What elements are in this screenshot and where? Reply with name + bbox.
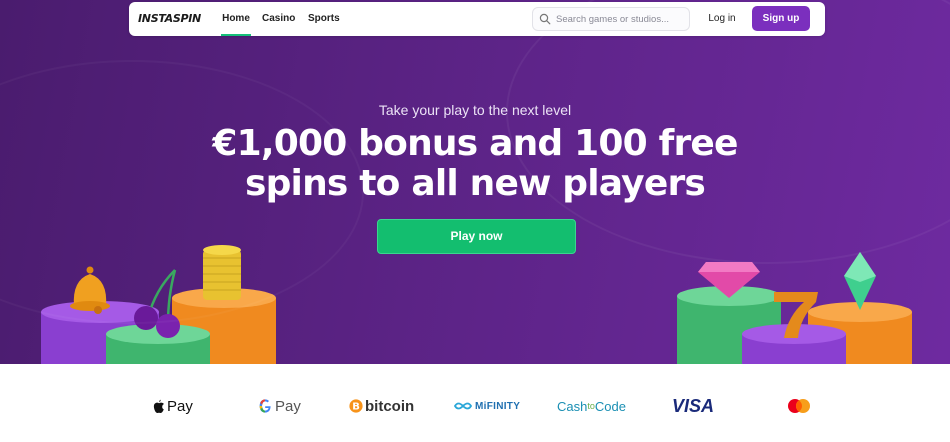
google-pay-logo: Pay: [258, 396, 301, 416]
payment-methods-bar: Pay Pay B bitcoin MiFINITY Cash to Code …: [0, 364, 950, 442]
cashtocode-label-cash: Cash: [557, 398, 588, 414]
signup-button[interactable]: Sign up: [752, 6, 810, 31]
cashtocode-label-code: Code: [594, 398, 626, 414]
left-podiums-illustration: [41, 245, 276, 364]
cashtocode-logo: Cash to Code: [557, 396, 626, 416]
bitcoin-label: bitcoin: [365, 397, 415, 415]
mastercard-logo: [786, 396, 812, 416]
google-pay-label: Pay: [275, 397, 301, 415]
headline-line-1: €1,000 bonus and 100 free: [212, 123, 738, 164]
right-podiums-illustration: [677, 252, 912, 364]
apple-icon: [153, 399, 164, 413]
apple-pay-logo: Pay: [152, 396, 193, 416]
hero-banner: INSTASPIN Home Casino Sports Log in Sign…: [0, 0, 950, 364]
nav-sports[interactable]: Sports: [308, 2, 340, 36]
mastercard-icon: [788, 399, 810, 413]
google-g-icon: [259, 399, 271, 413]
visa-label: VISA: [672, 395, 715, 416]
mifinity-label: MiFINITY: [475, 400, 521, 412]
top-navbar: INSTASPIN Home Casino Sports Log in Sign…: [129, 2, 825, 36]
search-box[interactable]: [532, 7, 690, 31]
cherries-icon: [134, 269, 180, 338]
bitcoin-icon: B: [349, 399, 363, 413]
hero-headline: €1,000 bonus and 100 free spins to all n…: [0, 124, 950, 204]
visa-logo: VISA: [672, 396, 714, 416]
cashtocode-label-to: to: [587, 401, 595, 411]
mifinity-icon: [454, 402, 472, 410]
search-input[interactable]: [556, 13, 686, 25]
nav-home[interactable]: Home: [221, 2, 251, 36]
hero-kicker: Take your play to the next level: [378, 102, 572, 118]
apple-pay-label: Pay: [167, 397, 193, 415]
mifinity-logo: MiFINITY: [454, 396, 520, 416]
headline-line-2: spins to all new players: [244, 163, 706, 204]
bitcoin-logo: B bitcoin: [349, 396, 414, 416]
login-button[interactable]: Log in: [703, 7, 741, 31]
search-icon: [539, 13, 551, 25]
svg-text:B: B: [352, 402, 360, 413]
emerald-icon: [844, 252, 876, 310]
bell-icon: [70, 266, 110, 314]
coin-stack-icon: [203, 245, 241, 300]
play-now-button[interactable]: Play now: [377, 219, 576, 254]
nav-casino[interactable]: Casino: [262, 2, 295, 36]
brand-logo[interactable]: INSTASPIN: [138, 12, 201, 25]
